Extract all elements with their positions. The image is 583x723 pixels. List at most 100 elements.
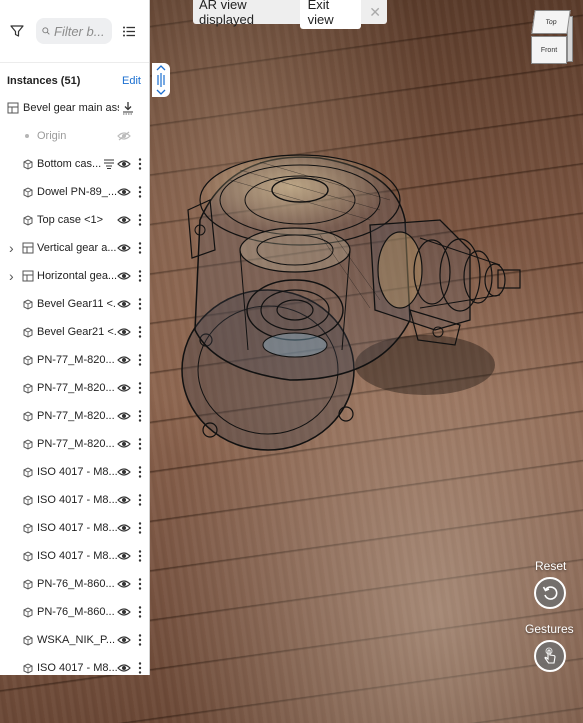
gestures-button[interactable]: [534, 640, 566, 672]
more-options-icon[interactable]: [138, 606, 142, 618]
panel-toolbar: [0, 0, 149, 62]
assembly-icon: [7, 102, 19, 114]
eye-icon[interactable]: [117, 243, 131, 253]
part-icon: [23, 299, 33, 310]
more-options-icon[interactable]: [138, 578, 142, 590]
instances-header: Instances (51) Edit: [0, 62, 149, 98]
more-options-icon[interactable]: [138, 270, 142, 282]
instance-row[interactable]: WSKA_NIK_P...: [0, 626, 149, 654]
instance-label: PN-77_M-820...: [37, 438, 115, 450]
chevron-right-icon[interactable]: ›: [9, 268, 17, 284]
reset-button[interactable]: [534, 577, 566, 609]
more-options-icon[interactable]: [138, 662, 142, 674]
view-cube-top[interactable]: Top: [531, 10, 571, 34]
instance-row[interactable]: ISO 4017 - M8...: [0, 654, 149, 675]
more-options-icon[interactable]: [138, 494, 142, 506]
part-icon: [23, 187, 33, 198]
exit-view-button[interactable]: Exit view: [299, 0, 362, 29]
instance-row[interactable]: ISO 4017 - M8...: [0, 542, 149, 570]
instance-row[interactable]: PN-77_M-820...: [0, 402, 149, 430]
eye-icon[interactable]: [117, 299, 131, 309]
filter-input[interactable]: [54, 23, 106, 39]
more-options-icon[interactable]: [138, 242, 142, 254]
more-options-icon[interactable]: [138, 298, 142, 310]
eye-icon[interactable]: [117, 355, 131, 365]
chevron-right-icon[interactable]: ›: [9, 240, 17, 256]
instance-row[interactable]: PN-77_M-820...: [0, 346, 149, 374]
more-options-icon[interactable]: [138, 326, 142, 338]
more-options-icon[interactable]: [138, 186, 142, 198]
eye-icon[interactable]: [117, 159, 131, 169]
eye-icon[interactable]: [117, 551, 131, 561]
instance-row[interactable]: PN-76_M-860...: [0, 570, 149, 598]
instance-row[interactable]: PN-76_M-860...: [0, 598, 149, 626]
view-cube[interactable]: Top Front: [529, 10, 575, 66]
eye-icon[interactable]: [117, 271, 131, 281]
more-options-icon[interactable]: [138, 382, 142, 394]
filter-icon[interactable]: [6, 20, 28, 42]
more-options-icon[interactable]: [138, 634, 142, 646]
part-icon: [23, 383, 33, 394]
eye-icon[interactable]: [117, 523, 131, 533]
part-icon: [23, 607, 33, 618]
instance-row[interactable]: › Horizontal gea...: [0, 262, 149, 290]
more-options-icon[interactable]: [138, 158, 142, 170]
touch-gesture-icon: [544, 647, 556, 664]
part-icon: [23, 411, 33, 422]
list-view-icon[interactable]: [120, 22, 138, 40]
bevel-gear-3d-model[interactable]: [170, 140, 530, 470]
instance-row[interactable]: ISO 4017 - M8...: [0, 514, 149, 542]
more-options-icon[interactable]: [138, 354, 142, 366]
eye-icon[interactable]: [117, 439, 131, 449]
eye-icon[interactable]: [117, 579, 131, 589]
instance-row[interactable]: ISO 4017 - M8...: [0, 486, 149, 514]
instance-label: Top case <1>: [37, 214, 104, 226]
instance-row[interactable]: PN-77_M-820...: [0, 430, 149, 458]
instance-row[interactable]: Dowel PN-89_...: [0, 178, 149, 206]
instance-row[interactable]: Bottom cas...: [0, 150, 149, 178]
panel-collapse-handle[interactable]: [152, 63, 170, 97]
assembly-icon: [22, 242, 34, 254]
close-icon[interactable]: ✕: [369, 4, 381, 21]
eye-icon[interactable]: [117, 411, 131, 421]
more-options-icon[interactable]: [138, 438, 142, 450]
more-options-icon[interactable]: [138, 214, 142, 226]
instance-row[interactable]: Origin: [0, 122, 149, 150]
eye-icon[interactable]: [117, 383, 131, 393]
more-options-icon[interactable]: [138, 550, 142, 562]
download-icon[interactable]: [122, 101, 134, 115]
eye-slash-icon[interactable]: [117, 131, 131, 141]
chevron-up-icon: [156, 65, 166, 71]
more-options-icon[interactable]: [138, 410, 142, 422]
view-cube-front[interactable]: Front: [531, 36, 567, 64]
part-icon: [23, 523, 33, 534]
eye-icon[interactable]: [117, 635, 131, 645]
root-assembly-row[interactable]: Bevel gear main ass...: [0, 94, 149, 122]
ar-status-banner: AR view displayed Exit view ✕: [193, 0, 387, 29]
edit-button[interactable]: Edit: [122, 75, 141, 87]
search-box[interactable]: [36, 18, 112, 44]
eye-icon[interactable]: [117, 663, 131, 673]
more-options-icon[interactable]: [138, 522, 142, 534]
instance-label: PN-76_M-860...: [37, 606, 115, 618]
instance-label: ISO 4017 - M8...: [37, 662, 117, 674]
eye-icon[interactable]: [117, 187, 131, 197]
eye-icon[interactable]: [117, 607, 131, 617]
instance-label: ISO 4017 - M8...: [37, 522, 117, 534]
eye-icon[interactable]: [117, 215, 131, 225]
part-icon: [23, 439, 33, 450]
instances-panel: Instances (51) Edit Bevel gear main ass.…: [0, 0, 150, 675]
instance-row[interactable]: › Vertical gear a...: [0, 234, 149, 262]
eye-icon[interactable]: [117, 495, 131, 505]
instance-row[interactable]: Top case <1>: [0, 206, 149, 234]
eye-icon[interactable]: [117, 467, 131, 477]
eye-icon[interactable]: [117, 327, 131, 337]
instance-row[interactable]: PN-77_M-820...: [0, 374, 149, 402]
instance-row[interactable]: ISO 4017 - M8...: [0, 458, 149, 486]
instance-row[interactable]: Bevel Gear21 <...: [0, 318, 149, 346]
reset-label: Reset: [535, 559, 567, 573]
more-options-icon[interactable]: [138, 466, 142, 478]
instance-row[interactable]: Bevel Gear11 <...: [0, 290, 149, 318]
section-view-icon[interactable]: [103, 159, 115, 169]
instance-label: Origin: [37, 130, 67, 142]
